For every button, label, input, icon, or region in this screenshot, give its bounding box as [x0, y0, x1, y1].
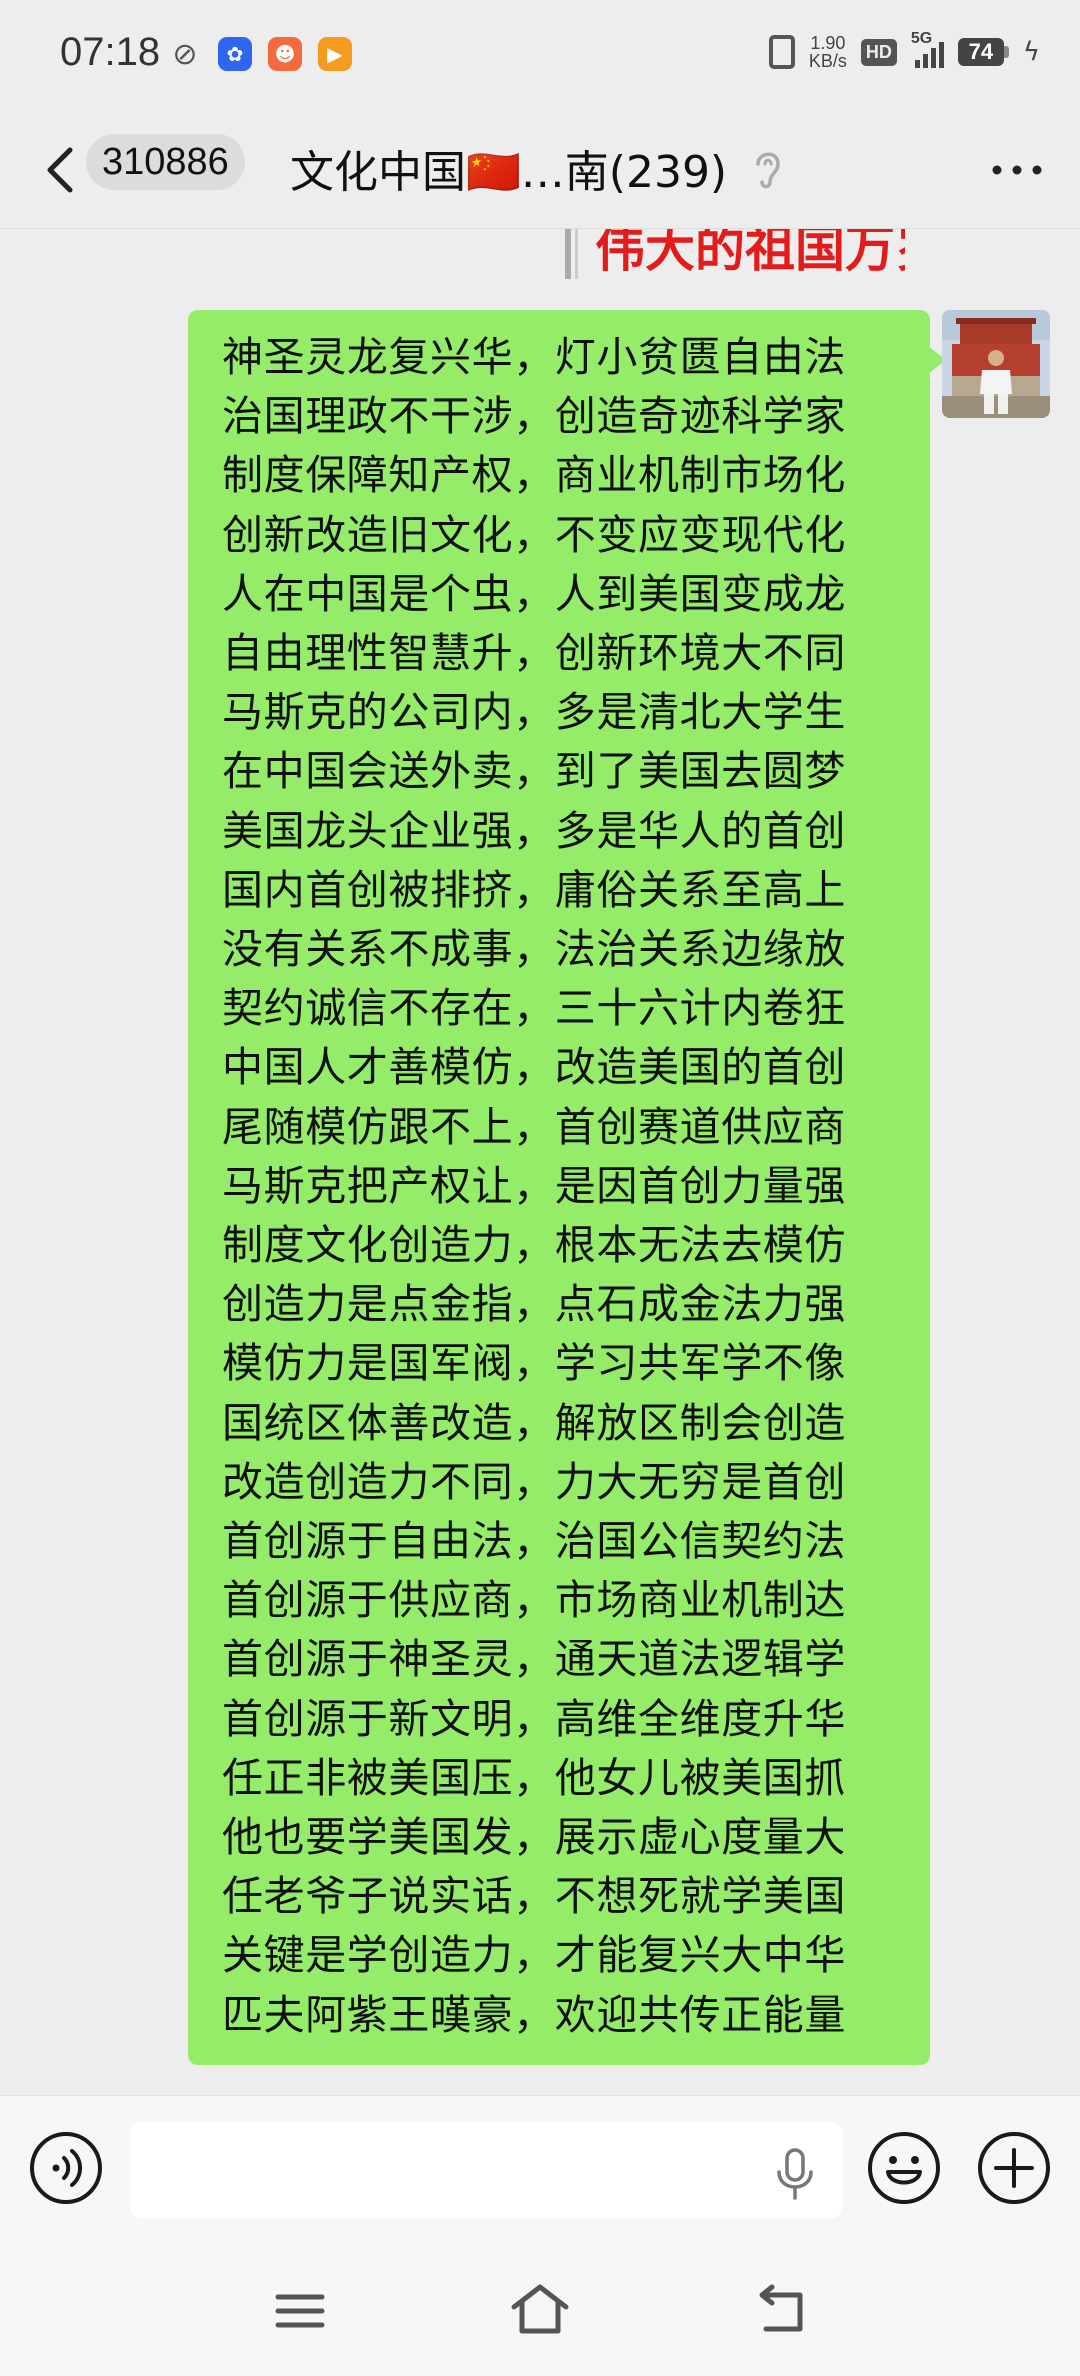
shopping-app-icon: ☻	[268, 37, 302, 71]
chat-title[interactable]: 文化中国🇨🇳…南(239)	[290, 136, 727, 200]
message-line: 创新改造旧文化，不变应变现代化	[222, 510, 846, 559]
system-nav-bar	[0, 2245, 1080, 2376]
message-line: 制度文化创造力，根本无法去模仿	[222, 1221, 846, 1270]
emoji-icon[interactable]	[866, 2130, 942, 2206]
signal-bar	[914, 60, 920, 68]
previous-image-message[interactable]: 伟大的祖国万岁!	[565, 229, 905, 279]
message-line: 尾随模仿跟不上，首创赛道供应商	[222, 1102, 846, 1151]
message-line: 制度保障知产权，商业机制市场化	[222, 451, 846, 500]
signal-bar	[930, 48, 936, 68]
charging-icon: ϟ	[1022, 37, 1040, 67]
message-line: 没有关系不成事，法治关系边缘放	[222, 925, 846, 974]
message-line: 关键是学创造力，才能复兴大中华	[222, 1931, 846, 1980]
vibrate-icon	[768, 35, 795, 69]
message-line: 中国人才善模仿，改造美国的首创	[222, 1043, 846, 1092]
avatar[interactable]	[942, 310, 1050, 418]
status-time: 07:18	[60, 30, 161, 74]
hd-badge: HD	[860, 38, 897, 66]
message-line: 美国龙头企业强，多是华人的首创	[222, 806, 846, 855]
chat-header: 310886 文化中国🇨🇳…南(239)	[0, 112, 1080, 229]
message-line: 人在中国是个虫，人到美国变成龙	[222, 569, 846, 618]
message-line: 马斯克的公司内，多是清北大学生	[222, 688, 846, 737]
ear-muted-icon	[756, 152, 780, 189]
status-bar: 07:18 ⊘ ✿ ☻ ▶ 1.90 KB/s HD 5G 74 ϟ	[0, 0, 1080, 112]
message-line: 任老爷子说实话，不想死就学美国	[222, 1872, 846, 1921]
network-type: 5G	[910, 30, 933, 47]
microphone-icon[interactable]	[770, 2146, 820, 2202]
message-line: 马斯克把产权让，是因首创力量强	[222, 1161, 846, 1210]
message-line: 模仿力是国军阀，学习共军学不像	[222, 1339, 846, 1388]
network-speed-unit: KB/s	[808, 51, 847, 71]
voice-icon[interactable]	[28, 2130, 104, 2206]
signal-icon: 5G	[911, 30, 944, 68]
message-line: 契约诚信不存在，三十六计内卷狂	[222, 984, 846, 1033]
status-right: 1.90 KB/s HD 5G 74 ϟ	[768, 30, 1040, 70]
plus-icon[interactable]	[976, 2130, 1052, 2206]
message-line: 创造力是点金指，点石成金法力强	[222, 1280, 846, 1329]
message-line: 匹夫阿紫王暵豪，欢迎共传正能量	[222, 1990, 846, 2039]
message-line: 在中国会送外卖，到了美国去圆梦	[222, 747, 846, 796]
network-speed: 1.90 KB/s	[809, 34, 847, 70]
baidu-app-icon: ✿	[218, 37, 252, 71]
message-line: 自由理性智慧升，创新环境大不同	[222, 629, 846, 678]
image-edge	[575, 229, 578, 279]
video-app-icon: ▶	[318, 37, 352, 71]
image-edge	[565, 229, 571, 279]
message-line: 首创源于供应商，市场商业机制达	[222, 1576, 846, 1625]
network-speed-value: 1.90	[810, 33, 846, 53]
message-line: 他也要学美国发，展示虚心度量大	[222, 1813, 846, 1862]
message-bubble[interactable]: 神圣灵龙复兴华，灯小贫匮自由法 治国理政不干涉，创造奇迹科学家 制度保障知产权，商业…	[188, 310, 946, 2065]
message-line: 首创源于新文明，高维全维度升华	[222, 1694, 846, 1743]
menu-icon[interactable]	[270, 2285, 330, 2337]
status-app-icons: ⊘ ✿ ☻ ▶	[168, 36, 352, 72]
home-icon[interactable]	[508, 2281, 572, 2337]
signal-bar	[938, 42, 944, 68]
more-dots-icon[interactable]	[984, 142, 1050, 198]
message-input[interactable]	[130, 2122, 842, 2218]
message-line: 国统区体善改造，解放区制会创造	[222, 1398, 846, 1447]
battery-level: 74	[957, 38, 1004, 66]
message-line: 国内首创被排挤，庸俗关系至高上	[222, 865, 846, 914]
message-text: 神圣灵龙复兴华，灯小贫匮自由法 治国理政不干涉，创造奇迹科学家 制度保障知产权，商业…	[222, 328, 900, 2045]
chat-message-list[interactable]: 伟大的祖国万岁! 神圣灵龙复兴华，灯小贫匮自由法治国理政不干涉，创造奇迹科学家制…	[0, 229, 1080, 2095]
battery-icon: 74	[957, 38, 1009, 66]
back-icon[interactable]	[752, 2281, 812, 2337]
message-line: 首创源于自由法，治国公信契约法	[222, 1517, 846, 1566]
unread-count-badge[interactable]: 310886	[86, 134, 245, 190]
link-app-icon: ⊘	[172, 36, 198, 72]
message-line: 神圣灵龙复兴华，灯小贫匮自由法	[222, 333, 846, 381]
message-line: 治国理政不干涉，创造奇迹科学家	[222, 392, 846, 441]
message-line: 首创源于神圣灵，通天道法逻辑学	[222, 1635, 846, 1684]
message-line: 任正非被美国压，他女儿被美国抓	[222, 1753, 846, 1802]
message-line: 改造创造力不同，力大无穷是首创	[222, 1457, 846, 1506]
signal-bar	[922, 54, 928, 68]
battery-tip	[1003, 46, 1009, 58]
input-bar	[0, 2095, 1080, 2246]
image-text: 伟大的祖国万岁!	[595, 229, 905, 278]
